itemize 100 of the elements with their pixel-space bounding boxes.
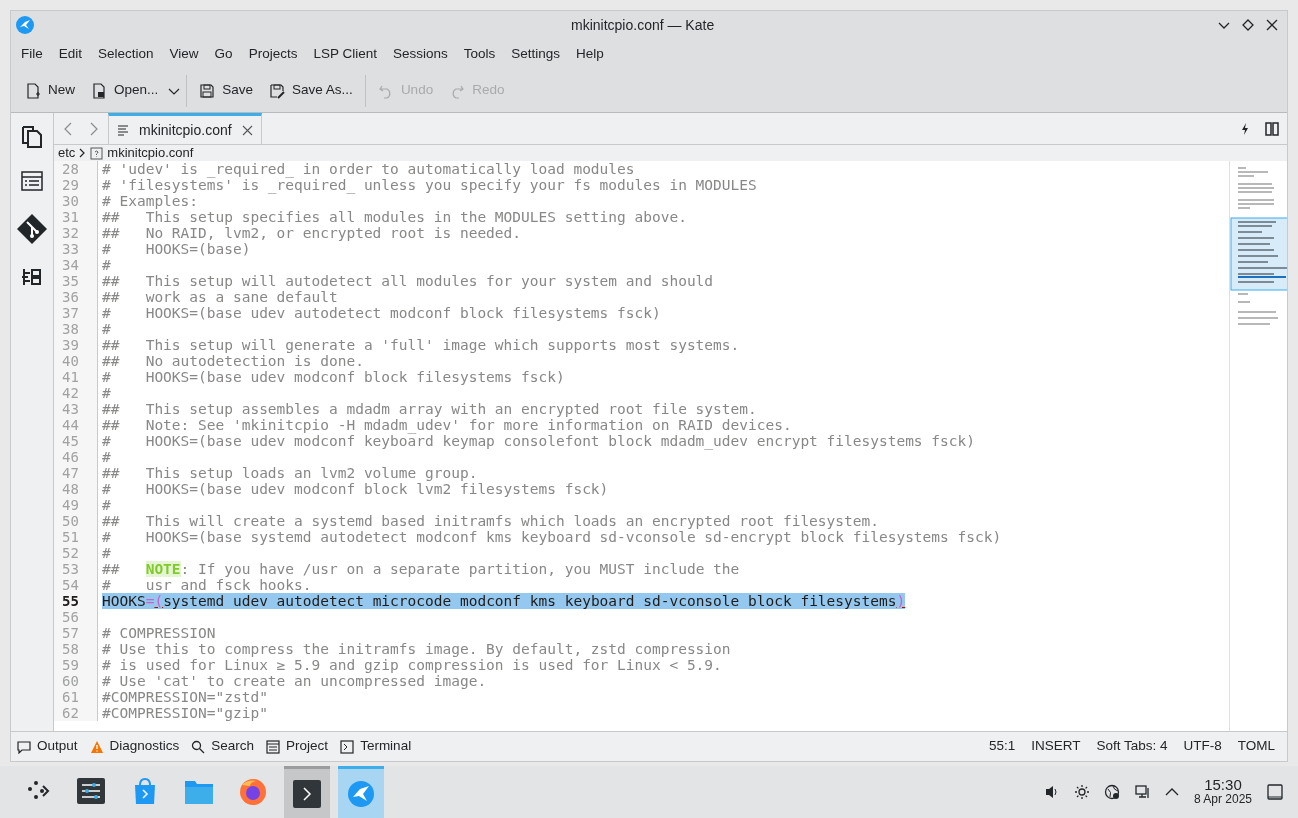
code-line: # (101, 449, 111, 465)
code-line: # HOOKS=(base udev autodetect modconf block filesystems fsck) (101, 305, 661, 321)
line-number: 33 (54, 241, 98, 257)
line-number: 62 (54, 705, 98, 721)
taskbar-button[interactable] (284, 766, 330, 818)
documents-icon[interactable] (20, 125, 44, 149)
code-line: # 'udev' is _required_ in order to automatically load modules (101, 161, 635, 177)
browser-icon (238, 777, 268, 807)
brightness-icon[interactable] (1073, 784, 1090, 800)
panel-button[interactable]: Output (17, 736, 78, 757)
line-number: 30 (54, 193, 98, 209)
menu-item[interactable]: Settings (503, 41, 569, 67)
toolbar-button[interactable]: Open... (83, 74, 167, 107)
menu-item[interactable]: LSP Client (305, 41, 385, 67)
code-line: # HOOKS=(base udev modconf block lvm2 filesystems fsck) (101, 481, 609, 497)
clock-date: 8 Apr 2025 (1193, 792, 1252, 807)
code-line: # 'filesystems' is _required_ unless you specify your fs modules in MODULES (101, 177, 757, 193)
breadcrumb-item[interactable]: etc (58, 143, 76, 163)
toolbar-button[interactable]: Save As... (261, 74, 361, 107)
line-number: 52 (54, 545, 98, 561)
status-item[interactable]: 55:1 (988, 736, 1016, 757)
menu-item[interactable]: Edit (50, 41, 91, 67)
line-number: 43 (54, 401, 98, 417)
line-number: 37 (54, 305, 98, 321)
breadcrumb-item[interactable]: mkinitcpio.conf (107, 143, 194, 163)
line-number: 48 (54, 481, 98, 497)
chat-icon (17, 739, 31, 754)
menu-item[interactable]: File (13, 41, 51, 67)
maximize-icon[interactable] (1241, 18, 1255, 32)
close-icon[interactable] (241, 124, 253, 136)
panel-button[interactable]: Project (266, 736, 329, 757)
code-line: # (101, 385, 111, 401)
close-icon[interactable] (1265, 18, 1279, 32)
list-icon (266, 739, 281, 754)
terminal-icon (292, 778, 322, 809)
show-desktop-icon[interactable] (1266, 783, 1284, 801)
new-file-icon (25, 82, 41, 99)
clock-time: 15:30 (1204, 777, 1242, 792)
line-number: 53 (54, 561, 98, 577)
line-number: 46 (54, 449, 98, 465)
app-logo-icon (15, 15, 35, 35)
line-number: 44 (54, 417, 98, 433)
line-number: 41 (54, 369, 98, 385)
lightning-icon[interactable] (1241, 122, 1249, 135)
menu-item[interactable]: Go (206, 41, 241, 67)
code-line: # HOOKS=(base) (101, 241, 251, 257)
back-icon[interactable] (62, 121, 74, 136)
menu-item[interactable]: Sessions (384, 41, 456, 67)
panel-button[interactable]: Terminal (340, 736, 412, 757)
panel-button[interactable]: Search (191, 736, 255, 757)
line-number: 59 (54, 657, 98, 673)
line-number: 51 (54, 529, 98, 545)
code-line: # Use 'cat' to create an uncompressed image. (101, 673, 487, 689)
menu-item[interactable]: View (161, 41, 207, 67)
code-line: # (101, 545, 111, 561)
code-line: ## This setup specifies all modules in the MODULES setting above. (101, 209, 687, 225)
volume-icon[interactable] (1043, 784, 1060, 800)
display-icon[interactable] (1133, 784, 1150, 800)
save-icon (199, 82, 216, 99)
line-number: 38 (54, 321, 98, 337)
terminal-icon (340, 739, 355, 754)
toolbar-button[interactable]: Save (191, 74, 262, 107)
code-line: #COMPRESSION="gzip" (101, 705, 268, 721)
menu-item[interactable]: Tools (455, 41, 504, 67)
code-line: #COMPRESSION="zstd" (101, 689, 268, 705)
menu-item[interactable]: Projects (240, 41, 306, 67)
code-line: ## This setup loads an lvm2 volume group. (101, 465, 478, 481)
window-title: mkinitcpio.conf — Kate (571, 15, 715, 35)
status-item[interactable]: UTF-8 (1183, 736, 1222, 757)
line-number: 39 (54, 337, 98, 353)
file-tab[interactable]: mkinitcpio.conf (108, 113, 262, 144)
outline-icon[interactable] (20, 169, 44, 193)
code-line: # COMPRESSION (101, 625, 216, 641)
line-number: 28 (54, 161, 98, 177)
line-number: 56 (54, 609, 98, 625)
menu-item[interactable]: Selection (90, 41, 162, 67)
code-line: # Use this to compress the initramfs image. By default, zstd compression (101, 641, 731, 657)
forward-icon[interactable] (88, 121, 100, 136)
search-icon (191, 739, 206, 754)
code-line: # (101, 321, 111, 337)
line-number: 29 (54, 177, 98, 193)
status-item[interactable]: TOML (1237, 736, 1275, 757)
line-number: 31 (54, 209, 98, 225)
menu-item[interactable]: Help (568, 41, 612, 67)
line-number: 60 (54, 673, 98, 689)
panel-button[interactable]: Diagnostics (89, 736, 180, 757)
status-item[interactable]: Soft Tabs: 4 (1096, 736, 1168, 757)
warning-icon (89, 739, 104, 754)
clock[interactable]: 15:30 8 Apr 2025 (1193, 777, 1252, 807)
code-line: # usr and fsck hooks. (101, 577, 312, 593)
code-line: ## No autodetection is done. (101, 353, 364, 369)
chevron-right-icon (79, 148, 87, 158)
toolbar-button[interactable]: New (17, 74, 83, 107)
status-item[interactable]: INSERT (1031, 736, 1081, 757)
code-line: # HOOKS=(base systemd autodetect modconf kms keyboard sd-vconsole sd-encrypt block filesystems fsck) (101, 529, 1002, 545)
git-icon[interactable] (16, 213, 48, 245)
split-view-icon[interactable] (1265, 121, 1279, 136)
network-icon[interactable] (1103, 784, 1120, 800)
line-number: 61 (54, 689, 98, 705)
line-number: 50 (54, 513, 98, 529)
